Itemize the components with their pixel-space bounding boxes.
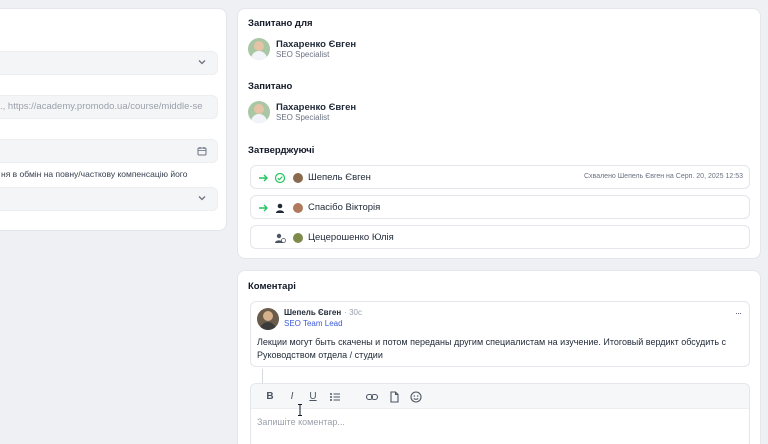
approver-row[interactable]: Шепель Євген Схвалено Шепель Євген на Се… <box>250 165 750 189</box>
bold-button[interactable]: B <box>263 390 277 404</box>
approver-name: Шепель Євген <box>308 172 371 183</box>
author-name: Шепель Євген <box>284 308 342 317</box>
avatar <box>248 38 270 60</box>
approval-status: Схвалено Шепель Євген на Серп. 20, 2025 … <box>584 173 743 180</box>
approver-row[interactable]: Цецерошенко Юлія <box>250 225 750 249</box>
author-role: SEO Team Lead <box>284 319 343 328</box>
arrow-right-icon <box>259 174 268 182</box>
course-url-input[interactable]: ., https://academy.promodo.ua/course/mid… <box>0 95 218 119</box>
person-name: Пахаренко Євген <box>276 101 357 113</box>
avatar <box>293 173 303 183</box>
comment-author: Шепель Євген · 30с <box>284 308 362 317</box>
request-form-card: ., https://academy.promodo.ua/course/mid… <box>0 8 227 231</box>
arrow-right-icon <box>259 204 268 212</box>
avatar <box>293 233 303 243</box>
approver-name: Цецерошенко Юлія <box>308 232 394 243</box>
link-icon[interactable] <box>365 390 379 404</box>
course-url-placeholder: ., https://academy.promodo.ua/course/mid… <box>0 101 203 112</box>
avatar <box>248 101 270 123</box>
calendar-icon <box>197 147 207 156</box>
comment-body: Лекции могут быть скачены и потом переда… <box>257 337 727 360</box>
requested-by-title: Запитано <box>248 81 293 92</box>
comment-time: · 30с <box>344 308 363 317</box>
underline-button[interactable]: U <box>306 390 320 404</box>
approver-name: Спасібо Вікторія <box>308 202 381 213</box>
comment-editor[interactable]: B I U Запишіте коментар... <box>250 383 750 444</box>
chevron-down-icon <box>198 60 206 65</box>
type-select[interactable] <box>0 51 218 75</box>
file-icon[interactable] <box>387 390 401 404</box>
requested-by-person[interactable]: Пахаренко Євген SEO Specialist <box>248 101 356 123</box>
editor-toolbar: B I U <box>251 384 749 409</box>
approvers-title: Затверджуючі <box>248 145 315 156</box>
more-options-icon[interactable]: ··· <box>735 308 742 318</box>
text-cursor-icon <box>298 404 302 416</box>
request-details-card: Запитано для Пахаренко Євген SEO Special… <box>237 8 761 259</box>
person-role: SEO Specialist <box>276 112 330 122</box>
approver-row[interactable]: Спасібо Вікторія <box>250 195 750 219</box>
list-icon[interactable] <box>328 390 342 404</box>
chevron-down-icon <box>198 196 206 201</box>
person-role: SEO Specialist <box>276 49 330 59</box>
check-circle-icon <box>274 172 286 184</box>
comment-item: Шепель Євген · 30с SEO Team Lead ··· Лекц… <box>250 301 750 367</box>
emoji-icon[interactable] <box>409 390 423 404</box>
comments-card: Коментарі Шепель Євген · 30с SEO Team Lea… <box>237 270 761 444</box>
requested-for-title: Запитано для <box>248 18 313 29</box>
user-icon <box>276 203 284 213</box>
requested-for-person[interactable]: Пахаренко Євген SEO Specialist <box>248 38 356 60</box>
comment-input-placeholder: Запишіте коментар... <box>257 417 345 427</box>
compensation-note: ня в обмін на повну/часткову компенсацію… <box>1 169 188 179</box>
italic-button[interactable]: I <box>285 390 299 404</box>
person-name: Пахаренко Євген <box>276 38 357 50</box>
thread-line <box>262 369 263 383</box>
user-clock-icon <box>275 233 286 243</box>
avatar <box>293 203 303 213</box>
comments-title: Коментарі <box>248 281 296 292</box>
avatar <box>257 308 279 330</box>
compensation-select[interactable] <box>0 187 218 211</box>
date-input[interactable] <box>0 139 218 163</box>
